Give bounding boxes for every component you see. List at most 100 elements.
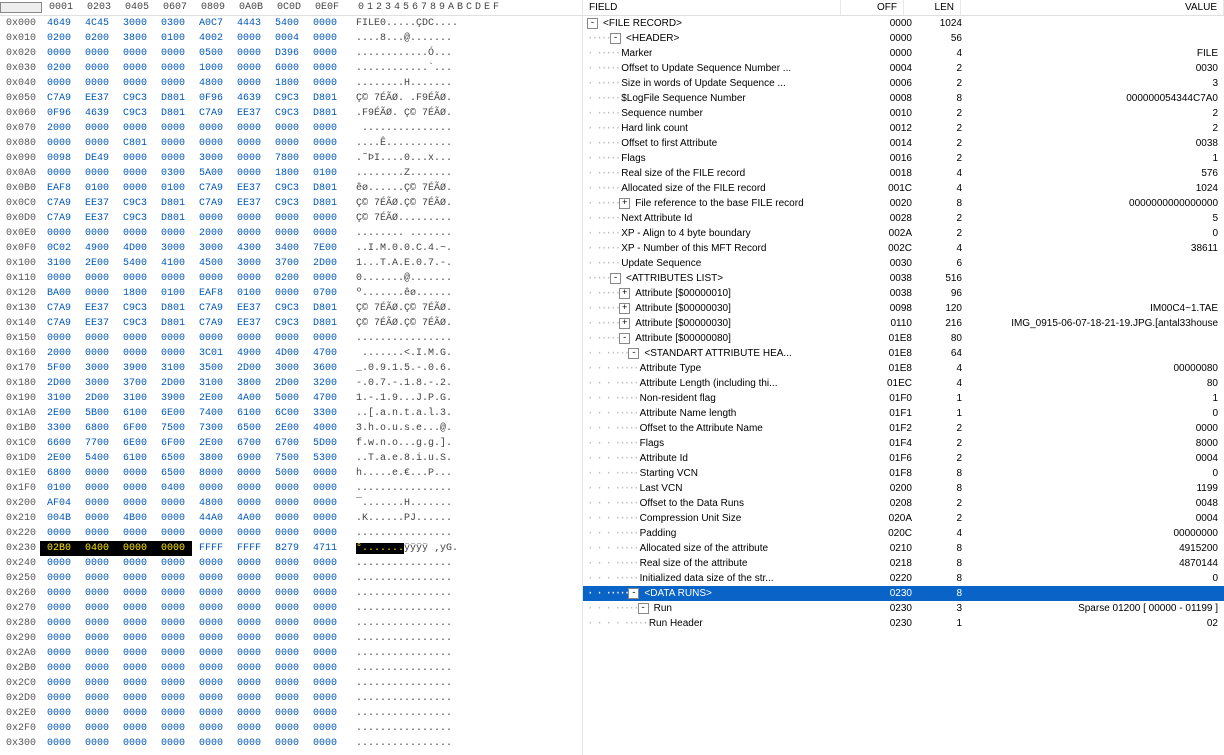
hex-row[interactable]: 0x15000000000000000000000000000000000...… bbox=[0, 331, 582, 346]
collapse-icon[interactable]: - bbox=[610, 273, 621, 284]
tree-row[interactable]: · · · ·····Initialized data size of the … bbox=[583, 571, 1224, 586]
tree-row[interactable]: · ·····-Attribute [$00000080]01E880 bbox=[583, 331, 1224, 346]
expand-icon[interactable]: + bbox=[619, 318, 630, 329]
hex-row[interactable]: 0x2D000000000000000000000000000000000...… bbox=[0, 691, 582, 706]
tree-row[interactable]: · · · ·····Real size of the attribute021… bbox=[583, 556, 1224, 571]
hex-row[interactable]: 0x1705F0030003900310035002D0030003600_.0… bbox=[0, 361, 582, 376]
tree-row[interactable]: · ·····Size in words of Update Sequence … bbox=[583, 76, 1224, 91]
tree-row[interactable]: · · · ·····Last VCN020081199 bbox=[583, 481, 1224, 496]
hex-row[interactable]: 0x08000000000C80100000000000000000000...… bbox=[0, 136, 582, 151]
tree-row[interactable]: · ·····Update Sequence00306 bbox=[583, 256, 1224, 271]
hex-row[interactable]: 0x0D0C7A9EE37C9C3D8010000000000000000Ç© … bbox=[0, 211, 582, 226]
collapse-icon[interactable]: - bbox=[587, 18, 598, 29]
hex-row[interactable]: 0x00046494C4530000300A0C7444354000000FIL… bbox=[0, 16, 582, 31]
hex-row[interactable]: 0x27000000000000000000000000000000000...… bbox=[0, 601, 582, 616]
tree-row[interactable]: · · · ·····Starting VCN01F880 bbox=[583, 466, 1224, 481]
expand-icon[interactable]: + bbox=[619, 198, 630, 209]
hex-row[interactable]: 0x23002B0040000000000FFFFFFFF82794711°..… bbox=[0, 541, 582, 556]
hex-row[interactable]: 0x19031002D00310039002E004A00500047001.-… bbox=[0, 391, 582, 406]
tree-row[interactable]: · ·····+File reference to the base FILE … bbox=[583, 196, 1224, 211]
hex-row[interactable]: 0x22000000000000000000000000000000000...… bbox=[0, 526, 582, 541]
hex-row[interactable]: 0x01002000200380001004002000000040000...… bbox=[0, 31, 582, 46]
tree-row[interactable]: · ·····Next Attribute Id002825 bbox=[583, 211, 1224, 226]
tree-row[interactable]: · ·····$LogFile Sequence Number000880000… bbox=[583, 91, 1224, 106]
hex-row[interactable]: 0x2E000000000000000000000000000000000...… bbox=[0, 706, 582, 721]
tree-row[interactable]: · · · ·····-Run02303Sparse 01200 [ 00000… bbox=[583, 601, 1224, 616]
tree-row[interactable]: · · · ·····Attribute Length (including t… bbox=[583, 376, 1224, 391]
tree-row[interactable]: · · · · ·····Run Header0230102 bbox=[583, 616, 1224, 631]
hex-body[interactable]: 0x00046494C4530000300A0C7444354000000FIL… bbox=[0, 16, 582, 751]
tree-row[interactable]: · ·····XP - Number of this MFT Record002… bbox=[583, 241, 1224, 256]
hex-row[interactable]: 0x120BA00000018000100EAF8010000000700º..… bbox=[0, 286, 582, 301]
hex-row[interactable]: 0x07020000000000000000000000000000000 ..… bbox=[0, 121, 582, 136]
hex-row[interactable]: 0x1B0330068006F007500730065002E0040003.h… bbox=[0, 421, 582, 436]
tree-row[interactable]: · ·····Offset to Update Sequence Number … bbox=[583, 61, 1224, 76]
col-field[interactable]: FIELD bbox=[583, 0, 841, 15]
col-val[interactable]: VALUE bbox=[961, 0, 1224, 15]
tree-row[interactable]: · · · ·····Flags01F428000 bbox=[583, 436, 1224, 451]
hex-row[interactable]: 0x0C0C7A9EE37C9C3D801C7A9EE37C9C3D801Ç© … bbox=[0, 196, 582, 211]
tree-row[interactable]: · ·····+Attribute [$00000010]003896 bbox=[583, 286, 1224, 301]
tree-row[interactable]: · ·····XP - Align to 4 byte boundary002A… bbox=[583, 226, 1224, 241]
tree-row[interactable]: ·····-<HEADER>000056 bbox=[583, 31, 1224, 46]
hex-row[interactable]: 0x210004B00004B00000044A04A0000000000.K.… bbox=[0, 511, 582, 526]
tree-row[interactable]: · · ·····-<DATA RUNS>02308 bbox=[583, 586, 1224, 601]
hex-row[interactable]: 0x0A000000000000003005A00000018000100...… bbox=[0, 166, 582, 181]
col-len[interactable]: LEN bbox=[904, 0, 961, 15]
hex-row[interactable]: 0x1E068000000000065008000000050000000h..… bbox=[0, 466, 582, 481]
hex-row[interactable]: 0x28000000000000000000000000000000000...… bbox=[0, 616, 582, 631]
tree-row[interactable]: · ·····Marker00004FILE bbox=[583, 46, 1224, 61]
tree-row[interactable]: · ·····Real size of the FILE record00184… bbox=[583, 166, 1224, 181]
tree-row[interactable]: · · · ·····Attribute Id01F620004 bbox=[583, 451, 1224, 466]
collapse-icon[interactable]: - bbox=[619, 333, 630, 344]
hex-row[interactable]: 0x0F00C0249004D0030003000430034007E00..I… bbox=[0, 241, 582, 256]
hex-row[interactable]: 0x2A000000000000000000000000000000000...… bbox=[0, 646, 582, 661]
hex-row[interactable]: 0x0900098DE49000000003000000078000000.˜Þ… bbox=[0, 151, 582, 166]
tree-row[interactable]: · · · ·····Attribute Name length01F110 bbox=[583, 406, 1224, 421]
tree-row[interactable]: · · · ·····Allocated size of the attribu… bbox=[583, 541, 1224, 556]
tree-row[interactable]: -<FILE RECORD>00001024 bbox=[583, 16, 1224, 31]
tree-row[interactable]: · · · ·····Non-resident flag01F011 bbox=[583, 391, 1224, 406]
hex-row[interactable]: 0x2C000000000000000000000000000000000...… bbox=[0, 676, 582, 691]
hex-row[interactable]: 0x2F000000000000000000000000000000000...… bbox=[0, 721, 582, 736]
hex-row[interactable]: 0x0B0EAF8010000000100C7A9EE37C9C3D801êø.… bbox=[0, 181, 582, 196]
hex-row[interactable]: 0x04000000000000000004800000018000000...… bbox=[0, 76, 582, 91]
hex-row[interactable]: 0x020000000000000000005000000D3960000...… bbox=[0, 46, 582, 61]
col-off[interactable]: OFF bbox=[841, 0, 904, 15]
tree-row[interactable]: · ·····Allocated size of the FILE record… bbox=[583, 181, 1224, 196]
hex-row[interactable]: 0x24000000000000000000000000000000000...… bbox=[0, 556, 582, 571]
hex-row[interactable]: 0x1C0660077006E006F002E00670067005D00f.w… bbox=[0, 436, 582, 451]
hex-row[interactable]: 0x30000000000000000000000000000000000...… bbox=[0, 736, 582, 751]
tree-row[interactable]: · ·····Sequence number001022 bbox=[583, 106, 1224, 121]
tree-row[interactable]: · · · ·····Padding020C400000000 bbox=[583, 526, 1224, 541]
hex-row[interactable]: 0x130C7A9EE37C9C3D801C7A9EE37C9C3D801Ç© … bbox=[0, 301, 582, 316]
tree-row[interactable]: · · · ·····Offset to the Data Runs020820… bbox=[583, 496, 1224, 511]
collapse-icon[interactable]: - bbox=[638, 603, 649, 614]
hex-row[interactable]: 0x200AF040000000000004800000000000000¯..… bbox=[0, 496, 582, 511]
tree-row[interactable]: · ·····Flags001621 bbox=[583, 151, 1224, 166]
tree-row[interactable]: · ·····Offset to first Attribute00142003… bbox=[583, 136, 1224, 151]
hex-row[interactable]: 0x25000000000000000000000000000000000...… bbox=[0, 571, 582, 586]
hex-row[interactable]: 0x050C7A9EE37C9C3D8010F964639C9C3D801Ç© … bbox=[0, 91, 582, 106]
hex-row[interactable]: 0x1802D00300037002D00310038002D003200-.0… bbox=[0, 376, 582, 391]
hex-row[interactable]: 0x03002000000000000001000000060000000...… bbox=[0, 61, 582, 76]
hex-row[interactable]: 0x1D02E005400610065003800690075005300..T… bbox=[0, 451, 582, 466]
tree-body[interactable]: -<FILE RECORD>00001024 ·····-<HEADER>000… bbox=[583, 16, 1224, 755]
hex-row[interactable]: 0x26000000000000000000000000000000000...… bbox=[0, 586, 582, 601]
hex-row[interactable]: 0x110000000000000000000000000020000000..… bbox=[0, 271, 582, 286]
hex-row[interactable]: 0x0600F964639C9C3D801C7A9EE37C9C3D801.F9… bbox=[0, 106, 582, 121]
hex-row[interactable]: 0x16020000000000000003C0149004D004700 ..… bbox=[0, 346, 582, 361]
hex-row[interactable]: 0x140C7A9EE37C9C3D801C7A9EE37C9C3D801Ç© … bbox=[0, 316, 582, 331]
tree-row[interactable]: · · · ·····Attribute Type01E8400000080 bbox=[583, 361, 1224, 376]
tree-row[interactable]: · · · ·····Compression Unit Size020A2000… bbox=[583, 511, 1224, 526]
hex-row[interactable]: 0x1F001000000000004000000000000000000...… bbox=[0, 481, 582, 496]
hex-row[interactable]: 0x0E000000000000000002000000000000000...… bbox=[0, 226, 582, 241]
tree-row[interactable]: ·····-<ATTRIBUTES LIST>0038516 bbox=[583, 271, 1224, 286]
tree-row[interactable]: · · · ·····Offset to the Attribute Name0… bbox=[583, 421, 1224, 436]
expand-icon[interactable]: + bbox=[619, 303, 630, 314]
collapse-icon[interactable]: - bbox=[610, 33, 621, 44]
hex-row[interactable]: 0x29000000000000000000000000000000000...… bbox=[0, 631, 582, 646]
hex-row[interactable]: 0x10031002E00540041004500300037002D001..… bbox=[0, 256, 582, 271]
hex-row[interactable]: 0x1A02E005B0061006E00740061006C003300..[… bbox=[0, 406, 582, 421]
collapse-icon[interactable]: - bbox=[628, 348, 639, 359]
